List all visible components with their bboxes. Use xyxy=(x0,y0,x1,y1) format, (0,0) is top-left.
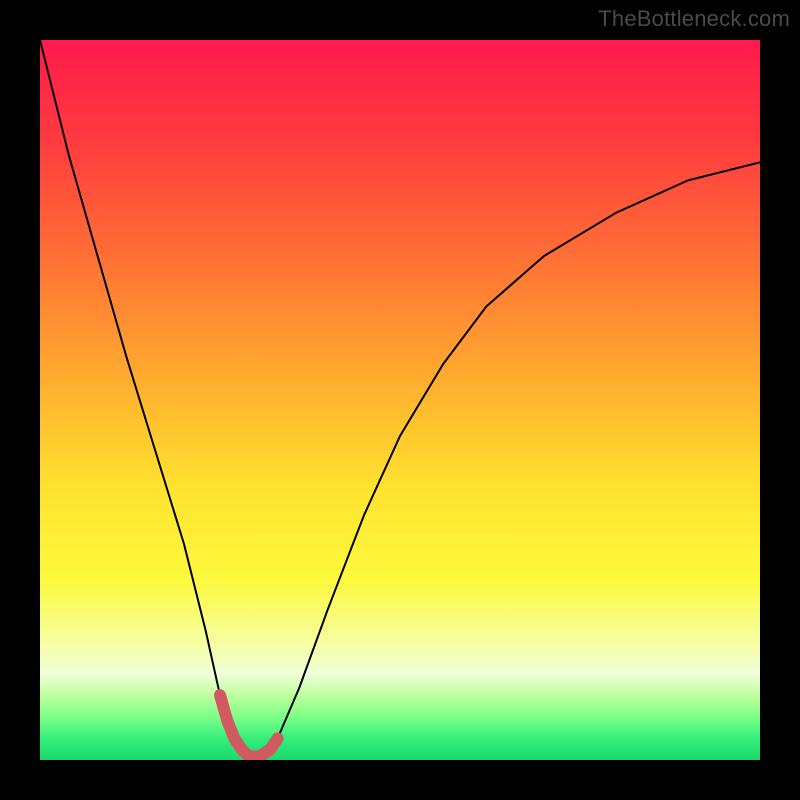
bottleneck-curve xyxy=(40,40,760,760)
plot-area xyxy=(40,40,760,760)
curve-highlight-path xyxy=(220,695,278,756)
curve-main-path xyxy=(40,40,760,756)
watermark-text: TheBottleneck.com xyxy=(598,6,790,32)
chart-frame: TheBottleneck.com xyxy=(0,0,800,800)
